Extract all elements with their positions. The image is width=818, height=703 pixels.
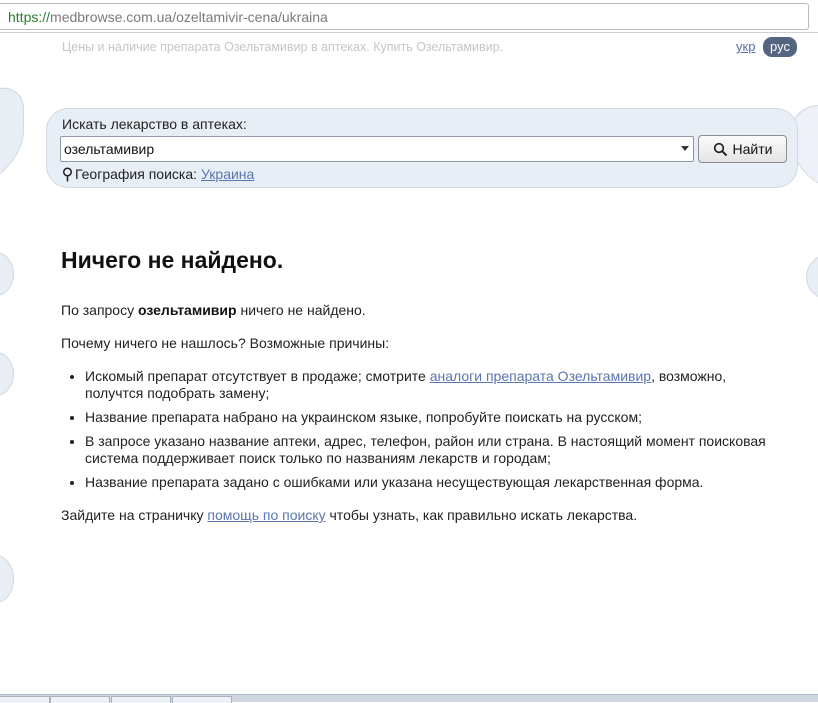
decorative-bubble (0, 252, 14, 296)
magnifier-icon (713, 142, 727, 156)
help-message: Зайдите на страничку помощь по поиску чт… (61, 507, 781, 524)
help-prefix: Зайдите на страничку (61, 507, 204, 523)
taskbar-item[interactable] (172, 696, 232, 703)
decorative-bubble (0, 352, 14, 396)
url-text[interactable]: https://medbrowse.com.ua/ozeltamivir-cen… (8, 9, 328, 25)
language-switcher: укр рус (736, 37, 797, 57)
decorative-bubble (0, 555, 14, 603)
location-pin-icon (62, 166, 73, 181)
browser-address-bar: https://medbrowse.com.ua/ozeltamivir-cen… (0, 0, 818, 33)
search-label: Искать лекарство в аптеках: (62, 116, 247, 132)
search-panel: Искать лекарство в аптеках: озельтамивир… (46, 108, 798, 188)
help-suffix: чтобы узнать, как правильно искать лекар… (329, 507, 638, 523)
reason-text: Искомый препарат отсутствует в продаже; … (85, 368, 426, 384)
url-scheme: https:// (8, 9, 51, 25)
query-suffix: ничего не найдено. (240, 302, 366, 318)
search-input[interactable]: озельтамивир (60, 136, 694, 162)
decorative-bubble (806, 255, 818, 299)
list-item: Название препарата задано с ошибками или… (85, 474, 781, 491)
list-item: В запросе указано название аптеки, адрес… (85, 433, 781, 467)
query-term: озельтамивир (138, 302, 237, 318)
page-tagline: Цены и наличие препарата Озельтамивир в … (62, 40, 504, 54)
page-title: Ничего не найдено. (61, 247, 284, 273)
lang-rus-active: рус (763, 37, 797, 57)
taskbar-item[interactable] (0, 696, 50, 703)
taskbar-item[interactable] (111, 696, 171, 703)
url-path: medbrowse.com.ua/ozeltamivir-cena/ukrain… (50, 9, 328, 25)
query-prefix: По запросу (61, 302, 135, 318)
geography-region-link[interactable]: Украина (201, 166, 254, 182)
search-input-value: озельтамивир (64, 141, 155, 157)
geography-label: География поиска: (75, 166, 198, 182)
lang-ukr-link[interactable]: укр (736, 39, 755, 54)
list-item: Искомый препарат отсутствует в продаже; … (85, 368, 781, 402)
decorative-bubble (0, 79, 24, 187)
reasons-list: Искомый препарат отсутствует в продаже; … (61, 368, 781, 491)
search-results: Ничего не найдено. По запросу озельтамив… (61, 246, 781, 540)
reasons-intro: Почему ничего не нашлось? Возможные прич… (61, 335, 390, 351)
analogs-link[interactable]: аналоги препарата Озельтамивир (430, 368, 651, 384)
query-message: По запросу озельтамивир ничего не найден… (61, 302, 781, 319)
url-field[interactable]: https://medbrowse.com.ua/ozeltamivir-cen… (0, 3, 809, 30)
list-item: Название препарата набрано на украинском… (85, 409, 781, 426)
search-geography: География поиска: Украина (62, 166, 254, 182)
taskbar-item[interactable] (50, 696, 110, 703)
dropdown-arrow-icon[interactable] (681, 146, 689, 151)
search-button[interactable]: Найти (698, 135, 787, 163)
search-button-label: Найти (732, 141, 773, 157)
search-help-link[interactable]: помощь по поиску (207, 507, 325, 523)
